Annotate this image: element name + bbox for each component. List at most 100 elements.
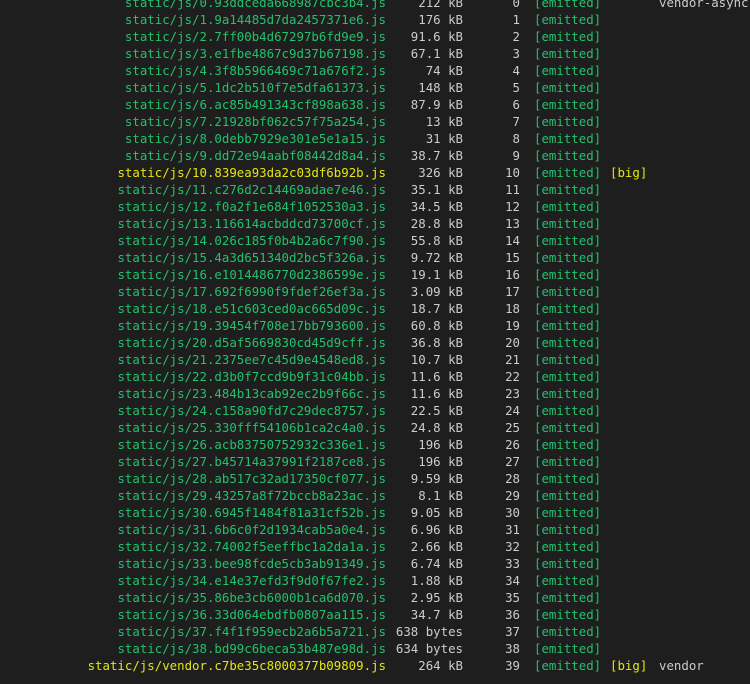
asset-filename: static/js/8.0debb7929e301e5e1a15.js [124,131,386,146]
chunk-id: 22 [505,369,520,384]
chunk-id: 32 [505,539,520,554]
asset-size: 34.5 kB [410,199,463,214]
asset-size: 87.9 kB [410,97,463,112]
output-line: static/js/8.0debb7929e301e5e1a15.js 31 kB… [0,130,750,147]
chunk-id: 11 [505,182,520,197]
asset-filename: static/js/29.43257a8f72bccb8a23ac.js [117,488,386,503]
chunk-id: 10 [505,165,520,180]
emit-status: [emitted] [534,539,602,554]
output-line: static/js/9.dd72e94aabf08442d8a4.js 38.7 … [0,147,750,164]
output-line: static/js/26.acb83750752932c336e1.js 196 … [0,436,750,453]
output-line: static/js/29.43257a8f72bccb8a23ac.js 8.1 … [0,487,750,504]
size-warning-flag: [big] [610,165,648,180]
emit-status: [emitted] [534,369,602,384]
asset-filename: static/js/34.e14e37efd3f9d0f67fe2.js [117,573,386,588]
terminal-output: static/js/0.93ddceda668987cbc3b4.js 212 k… [0,0,750,674]
output-line: static/js/0.93ddceda668987cbc3b4.js 212 k… [0,0,750,11]
output-line: static/js/13.116614acbddcd73700cf.js 28.8… [0,215,750,232]
asset-filename: static/js/38.bd99c6beca53b487e98d.js [117,641,386,656]
emit-status: [emitted] [534,46,602,61]
asset-filename: static/js/19.39454f708e17bb793600.js [117,318,386,333]
asset-size: 55.8 kB [410,233,463,248]
chunk-id: 21 [505,352,520,367]
emit-status: [emitted] [534,556,602,571]
chunk-id: 34 [505,573,520,588]
chunk-id: 23 [505,386,520,401]
emit-status: [emitted] [534,522,602,537]
asset-size: 24.8 kB [410,420,463,435]
asset-filename: static/js/0.93ddceda668987cbc3b4.js [124,0,386,10]
asset-filename: static/js/12.f0a2f1e684f1052530a3.js [117,199,386,214]
chunk-id: 4 [512,63,520,78]
output-line: static/js/34.e14e37efd3f9d0f67fe2.js 1.88… [0,572,750,589]
asset-size: 31 kB [425,131,463,146]
output-line: static/js/10.839ea93da2c03df6b92b.js 326 … [0,164,750,181]
size-warning-flag: [big] [610,658,648,673]
chunk-id: 3 [512,46,520,61]
output-line: static/js/36.33d064ebdfb0807aa115.js 34.7… [0,606,750,623]
asset-size: 1.88 kB [410,573,463,588]
asset-filename: static/js/25.330fff54106b1ca2c4a0.js [117,420,386,435]
asset-filename: static/js/24.c158a90fd7c29dec8757.js [117,403,386,418]
chunk-id: 38 [505,641,520,656]
chunk-id: 9 [512,148,520,163]
emit-status: [emitted] [534,148,602,163]
chunk-id: 36 [505,607,520,622]
asset-size: 9.59 kB [410,471,463,486]
asset-size: 60.8 kB [410,318,463,333]
chunk-id: 27 [505,454,520,469]
asset-filename: static/js/36.33d064ebdfb0807aa115.js [117,607,386,622]
chunk-id: 31 [505,522,520,537]
output-line: static/js/28.ab517c32ad17350cf077.js 9.59… [0,470,750,487]
chunk-id: 1 [512,12,520,27]
emit-status: [emitted] [534,97,602,112]
asset-filename: static/js/33.bee98fcde5cb3ab91349.js [117,556,386,571]
asset-size: 9.72 kB [410,250,463,265]
asset-filename: static/js/vendor.c7be35c8000377b09809.js [87,658,386,673]
emit-status: [emitted] [534,131,602,146]
asset-size: 212 kB [418,0,463,10]
asset-filename: static/js/1.9a14485d7da2457371e6.js [124,12,386,27]
chunk-id: 33 [505,556,520,571]
asset-filename: static/js/14.026c185f0b4b2a6c7f90.js [117,233,386,248]
chunk-id: 28 [505,471,520,486]
chunk-id: 26 [505,437,520,452]
asset-filename: static/js/2.7ff00b4d67297b6fd9e9.js [124,29,386,44]
emit-status: [emitted] [534,386,602,401]
asset-filename: static/js/28.ab517c32ad17350cf077.js [117,471,386,486]
output-line: static/js/20.d5af5669830cd45d9cff.js 36.8… [0,334,750,351]
emit-status: [emitted] [534,352,602,367]
output-line: static/js/38.bd99c6beca53b487e98d.js 634 … [0,640,750,657]
emit-status: [emitted] [534,29,602,44]
asset-size: 35.1 kB [410,182,463,197]
output-line: static/js/19.39454f708e17bb793600.js 60.8… [0,317,750,334]
asset-size: 13 kB [425,114,463,129]
chunk-id: 25 [505,420,520,435]
asset-filename: static/js/35.86be3cb6000b1ca6d070.js [117,590,386,605]
asset-size: 67.1 kB [410,46,463,61]
asset-size: 11.6 kB [410,386,463,401]
asset-filename: static/js/17.692f6990f9fdef26ef3a.js [117,284,386,299]
output-line: static/js/22.d3b0f7ccd9b9f31c04bb.js 11.6… [0,368,750,385]
output-line: static/js/7.21928bf062c57f75a254.js 13 kB… [0,113,750,130]
output-line: static/js/35.86be3cb6000b1ca6d070.js 2.95… [0,589,750,606]
output-line: static/js/37.f4f1f959ecb2a6b5a721.js 638 … [0,623,750,640]
output-line: static/js/33.bee98fcde5cb3ab91349.js 6.74… [0,555,750,572]
asset-size: 10.7 kB [410,352,463,367]
asset-size: 19.1 kB [410,267,463,282]
asset-size: 38.7 kB [410,148,463,163]
emit-status: [emitted] [534,165,602,180]
emit-status: [emitted] [534,403,602,418]
output-line: static/js/23.484b13cab92ec2b9f66c.js 11.6… [0,385,750,402]
output-line: static/js/17.692f6990f9fdef26ef3a.js 3.09… [0,283,750,300]
asset-size: 326 kB [418,165,463,180]
asset-filename: static/js/5.1dc2b510f7e5dfa61373.js [124,80,386,95]
chunk-name: vendor-async [659,0,749,10]
asset-size: 2.95 kB [410,590,463,605]
asset-filename: static/js/9.dd72e94aabf08442d8a4.js [124,148,386,163]
output-line: static/js/21.2375ee7c45d9e4548ed8.js 10.7… [0,351,750,368]
output-line: static/js/24.c158a90fd7c29dec8757.js 22.5… [0,402,750,419]
output-line: static/js/32.74002f5eeffbc1a2da1a.js 2.66… [0,538,750,555]
asset-filename: static/js/23.484b13cab92ec2b9f66c.js [117,386,386,401]
emit-status: [emitted] [534,318,602,333]
